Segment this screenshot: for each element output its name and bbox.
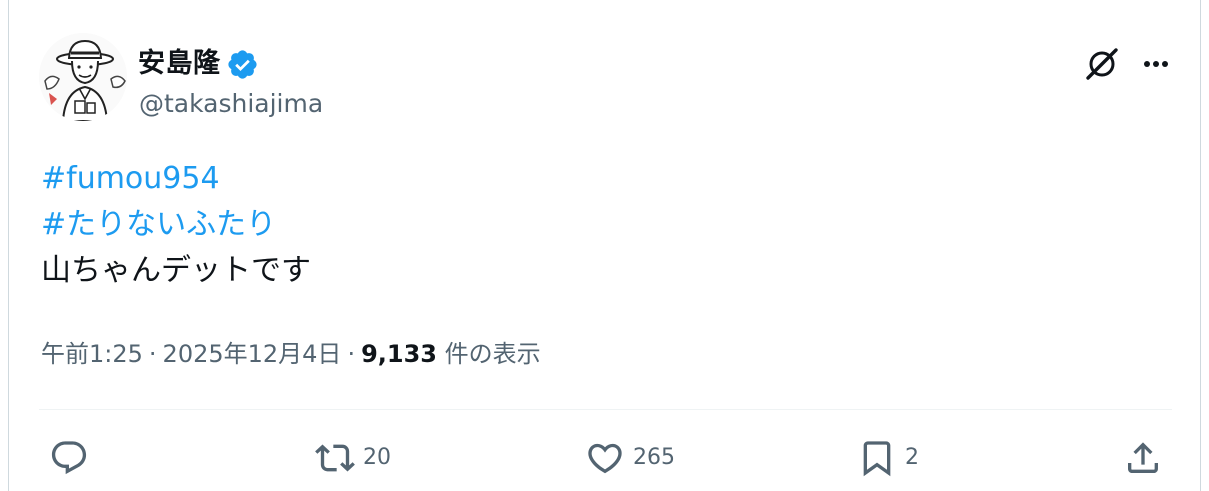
tweet-date[interactable]: 2025年12月4日 [163, 340, 342, 368]
tweet-body-text: 山ちゃんデットです [41, 253, 311, 288]
heart-icon [585, 438, 625, 478]
views-count: 9,133 [361, 340, 437, 368]
avatar[interactable] [39, 33, 127, 121]
verified-badge-icon[interactable] [226, 48, 259, 81]
divider [39, 409, 1172, 410]
meta-separator: · [347, 340, 356, 368]
tweet-meta: 午前1:25 · 2025年12月4日 · 9,133 件の表示 [41, 334, 541, 374]
tweet-time[interactable]: 午前1:25 [41, 340, 143, 368]
reply-icon [49, 438, 89, 478]
bookmark-button[interactable]: 2 [857, 430, 919, 486]
tweet-text: #fumou954 #たりないふたり 山ちゃんデットです [41, 156, 1141, 294]
hashtag-link[interactable]: #たりないふたり [41, 207, 276, 242]
bookmark-icon [857, 438, 897, 478]
like-button[interactable]: 265 [585, 430, 675, 486]
grok-icon [1086, 48, 1118, 80]
author-display-name[interactable]: 安島隆 [138, 44, 221, 84]
share-icon [1123, 438, 1163, 478]
reply-button[interactable] [49, 430, 97, 486]
retweet-count: 20 [363, 445, 391, 470]
like-count: 265 [633, 445, 675, 470]
author-handle[interactable]: @takashiajima [139, 86, 323, 122]
more-dots-icon [1144, 61, 1168, 67]
tweet-card: 安島隆 @takashiajima #fumou954 #たりないふたり 山ちゃ… [8, 0, 1201, 491]
more-options-button[interactable] [1134, 42, 1178, 86]
bookmark-count: 2 [905, 445, 919, 470]
action-bar: 20 265 2 [9, 430, 1200, 486]
author-name-row: 安島隆 [138, 44, 259, 84]
avatar-illustration-icon [39, 33, 127, 121]
hashtag-link[interactable]: #fumou954 [41, 161, 220, 196]
retweet-button[interactable]: 20 [315, 430, 391, 486]
grok-button[interactable] [1080, 42, 1124, 86]
views-label: 件の表示 [437, 340, 541, 368]
share-button[interactable] [1123, 430, 1163, 486]
meta-separator: · [148, 340, 157, 368]
retweet-icon [315, 438, 355, 478]
